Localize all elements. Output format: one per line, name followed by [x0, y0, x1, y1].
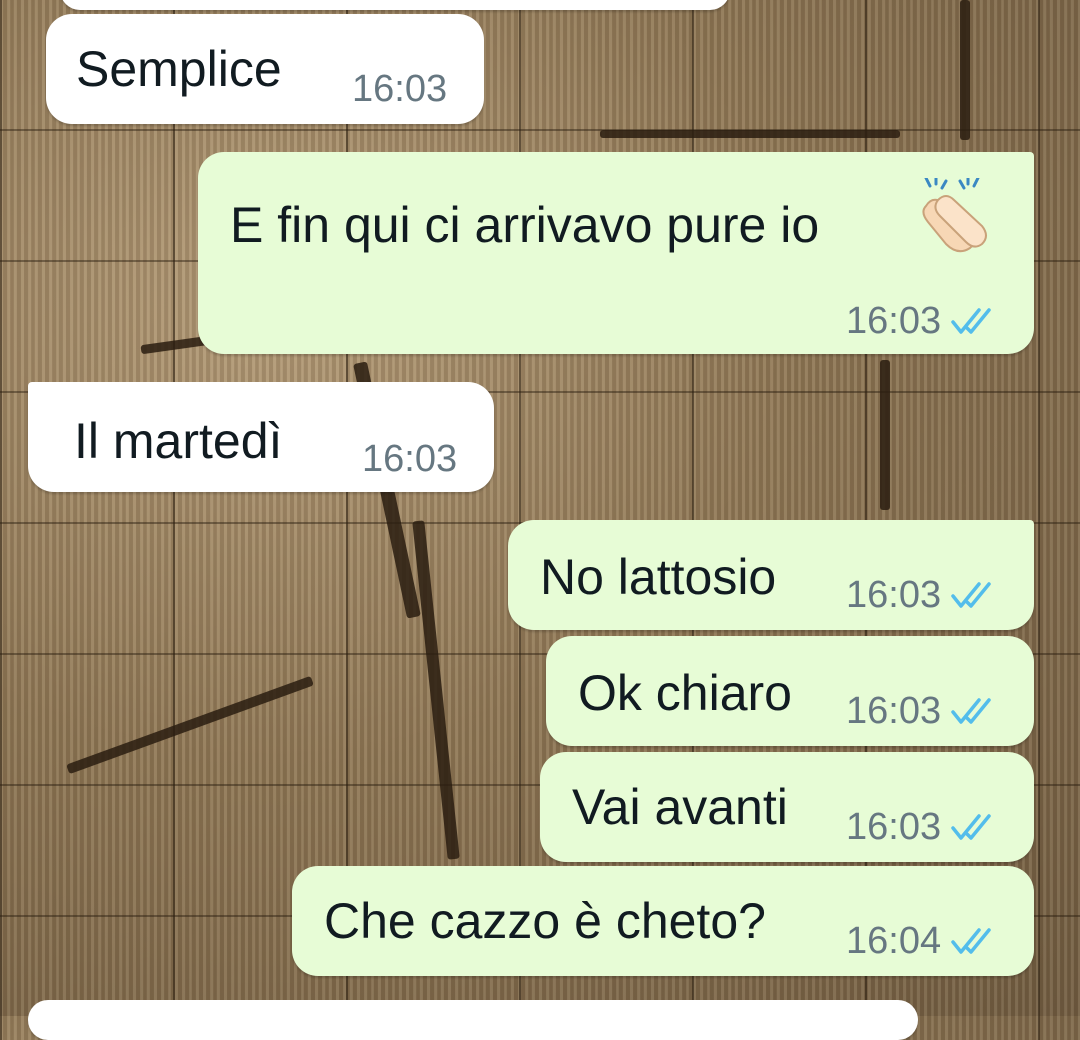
message-timestamp: 16:03 [362, 438, 458, 480]
message-meta: 16:03 [846, 576, 995, 614]
message-meta: 16:04 [846, 922, 995, 960]
message-text: Vai avanti [572, 779, 788, 835]
message-text: Il martedì [74, 413, 283, 469]
message-timestamp: 16:03 [846, 806, 942, 848]
message-meta: 16:03 [846, 692, 995, 730]
message-bubble-outgoing[interactable]: Ok chiaro 16:03 [546, 636, 1034, 746]
message-timestamp: 16:04 [846, 920, 942, 962]
message-bubble-outgoing[interactable]: E fin qui ci arrivavo pure io 16:03 [198, 152, 1034, 354]
double-check-icon [951, 698, 991, 724]
message-bubble-outgoing[interactable]: Vai avanti 16:03 [540, 752, 1034, 862]
message-meta: 16:03 [846, 808, 995, 846]
wallpaper-crack [66, 675, 314, 775]
message-timestamp: 16:03 [846, 574, 942, 616]
message-bubble-incoming[interactable]: Semplice 16:03 [46, 14, 484, 124]
message-timestamp: 16:03 [846, 300, 942, 342]
double-check-icon [951, 308, 991, 334]
wallpaper-crack [600, 130, 900, 138]
wallpaper-crack [412, 520, 460, 860]
double-check-icon [951, 814, 991, 840]
message-text: No lattosio [540, 549, 777, 605]
message-text: Che cazzo è cheto? [324, 893, 766, 949]
clapping-hands-icon [912, 176, 996, 254]
message-bubble-partial [60, 0, 730, 10]
message-bubble-outgoing[interactable]: Che cazzo è cheto? 16:04 [292, 866, 1034, 976]
message-bubble-incoming[interactable]: Il martedì 16:03 [28, 382, 494, 492]
message-bubble-outgoing[interactable]: No lattosio 16:03 [508, 520, 1034, 630]
double-check-icon [951, 928, 991, 954]
message-meta: 16:03 [846, 302, 995, 340]
message-text: Semplice [76, 41, 282, 97]
double-check-icon [951, 582, 991, 608]
wallpaper-crack [960, 0, 970, 140]
message-text: Ok chiaro [578, 665, 792, 721]
message-bubble-partial [28, 1000, 918, 1040]
message-timestamp: 16:03 [352, 68, 448, 110]
wallpaper-crack [880, 360, 890, 510]
message-timestamp: 16:03 [846, 690, 942, 732]
message-text: E fin qui ci arrivavo pure io [230, 197, 820, 253]
